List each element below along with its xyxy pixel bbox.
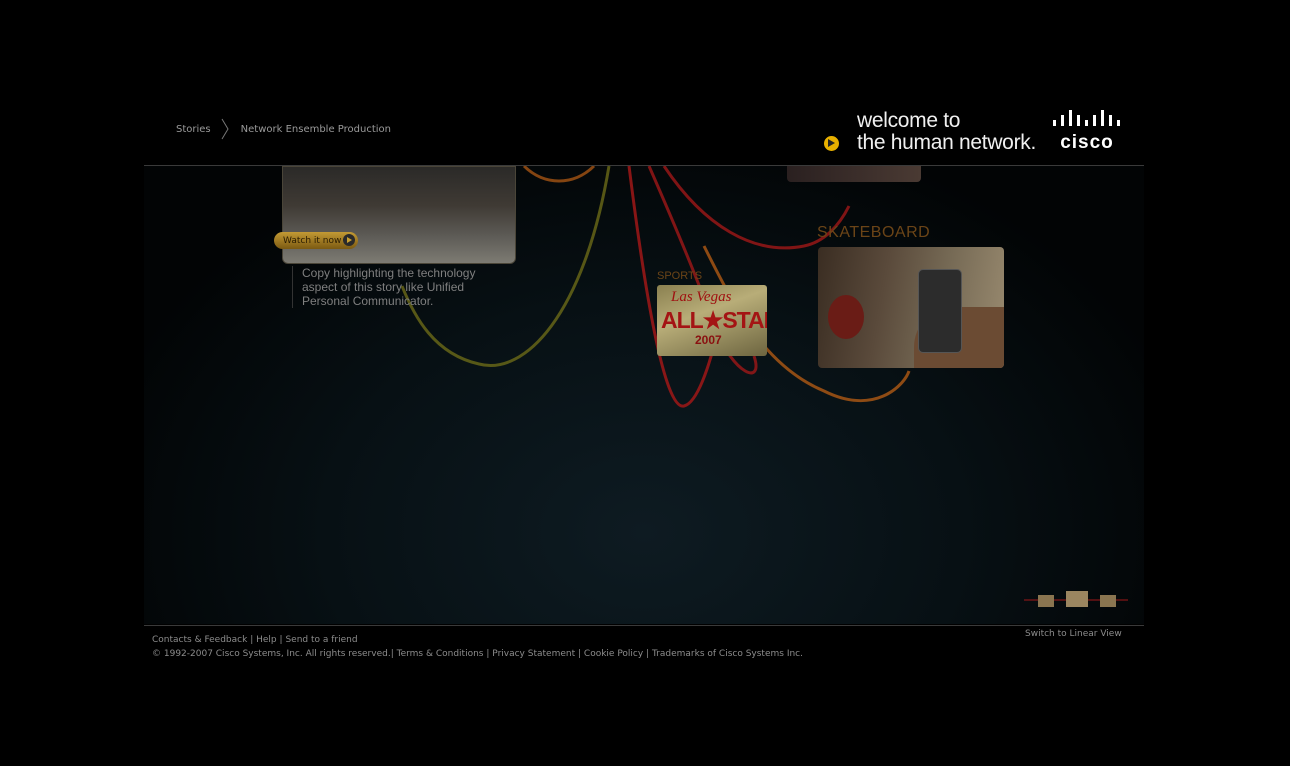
footer-separator: |: [250, 635, 254, 645]
watch-it-now-button[interactable]: Watch it now: [274, 232, 358, 249]
story-network-stage: Watch it now Copy highlighting the techn…: [144, 166, 1144, 624]
top-story-thumbnail[interactable]: [787, 166, 921, 182]
footer-link-send-to-friend[interactable]: Send to a friend: [285, 635, 357, 645]
breadcrumb-current: Network Ensemble Production: [240, 123, 391, 135]
cisco-logo[interactable]: cisco: [1052, 110, 1122, 154]
sports-thumb-line-2: ALL★STAR: [661, 307, 767, 333]
skateboard-label[interactable]: SKATEBOARD: [817, 224, 930, 242]
footer-separator: |: [646, 649, 650, 659]
breadcrumb-stories[interactable]: Stories: [176, 124, 211, 135]
skate-wheel-image: [828, 295, 864, 339]
footer-separator: |: [390, 649, 394, 659]
footer-link-terms[interactable]: Terms & Conditions: [397, 649, 484, 659]
footer-separator: |: [577, 649, 582, 659]
footer: Contacts & Feedback | Help | Send to a f…: [152, 633, 803, 661]
phone-image: [918, 269, 962, 353]
brand-block: welcome to the human network. cisco: [823, 110, 1122, 154]
footer-link-help[interactable]: Help: [256, 635, 277, 645]
footer-separator: |: [279, 635, 283, 645]
story-description: Copy highlighting the technology aspect …: [292, 266, 502, 308]
play-icon[interactable]: [823, 135, 839, 151]
sports-thumb-line-1: Las Vegas: [671, 289, 732, 305]
cisco-bridge-icon: [1053, 110, 1120, 126]
footer-row-1: Contacts & Feedback | Help | Send to a f…: [152, 633, 803, 647]
footer-link-privacy[interactable]: Privacy Statement: [492, 649, 575, 659]
switch-to-linear-view-link[interactable]: Switch to Linear View: [1025, 629, 1122, 639]
footer-row-2: © 1992-2007 Cisco Systems, Inc. All righ…: [152, 647, 803, 661]
footer-copyright: © 1992-2007 Cisco Systems, Inc. All righ…: [152, 649, 391, 659]
mini-navigator[interactable]: [1024, 590, 1128, 608]
sports-thumb-line-3: 2007: [695, 333, 722, 347]
sports-thumbnail[interactable]: Las Vegas ALL★STAR 2007: [657, 285, 767, 356]
cisco-wordmark: cisco: [1060, 132, 1114, 153]
site-header: Stories Network Ensemble Production welc…: [144, 100, 1144, 166]
tagline-line-1: welcome to: [856, 109, 961, 132]
sports-label[interactable]: SPORTS: [657, 270, 702, 282]
tagline-line-2: the human network.: [856, 131, 1036, 154]
breadcrumb: Stories Network Ensemble Production: [176, 118, 391, 140]
footer-separator: |: [486, 649, 490, 659]
footer-link-contacts[interactable]: Contacts & Feedback: [152, 635, 247, 645]
footer-link-cookie-policy[interactable]: Cookie Policy: [584, 649, 643, 659]
footer-link-trademarks[interactable]: Trademarks of Cisco Systems Inc.: [652, 649, 803, 659]
stage-divider: [144, 625, 1144, 626]
play-arrow-icon: [343, 234, 355, 246]
tagline: welcome to the human network.: [857, 110, 1036, 154]
featured-story-photo[interactable]: [282, 166, 516, 264]
breadcrumb-separator-icon: [221, 118, 229, 140]
skateboard-thumbnail[interactable]: [818, 247, 1004, 368]
watch-button-label: Watch it now: [283, 235, 342, 246]
